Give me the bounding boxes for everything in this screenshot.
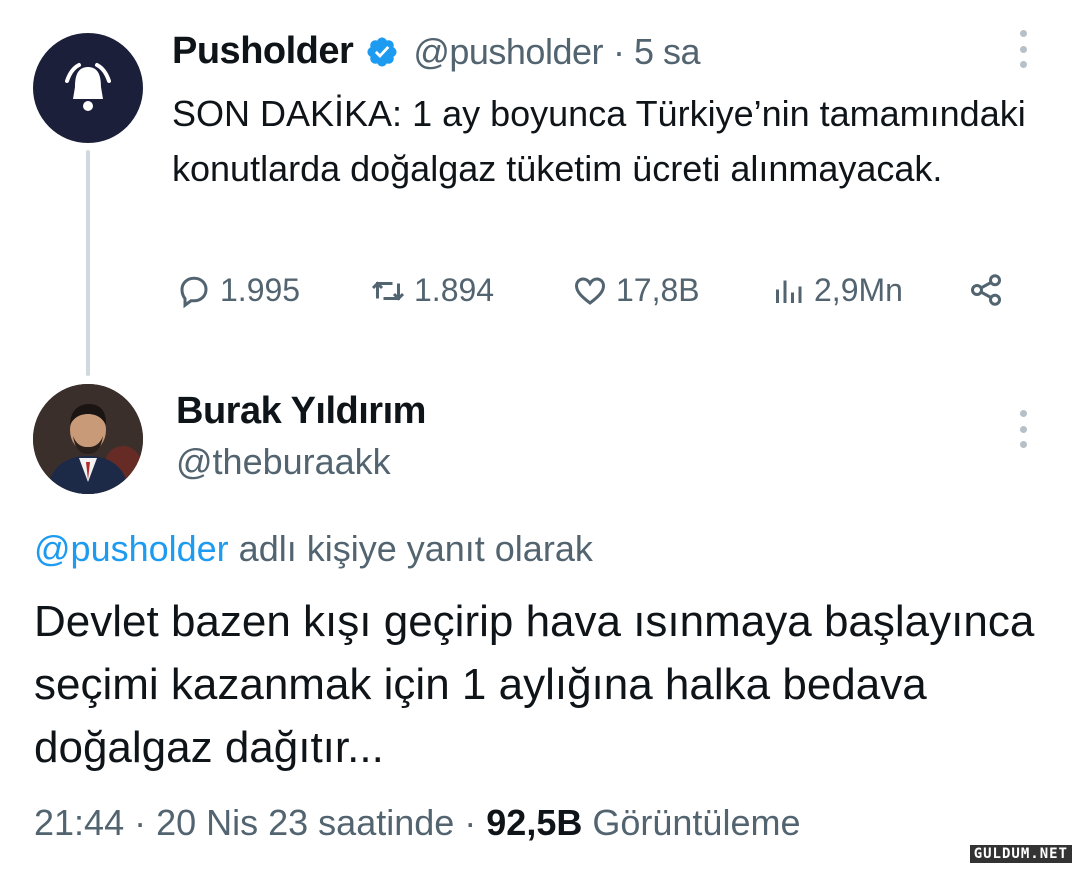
views-count: 2,9Mn: [814, 272, 903, 308]
share-icon: [971, 274, 1001, 306]
tweet2-text: Devlet bazen kışı geçirip hava ısınmaya …: [34, 597, 1035, 772]
retweet-icon: [371, 280, 405, 301]
retweet-count: 1.894: [414, 272, 495, 308]
reply-count: 1.995: [220, 272, 301, 308]
profile-photo: [33, 384, 143, 494]
verified-badge-icon: [367, 36, 397, 67]
tweet2-timestamp[interactable]: 21:44 · 20 Nis 23 saatinde ·: [34, 802, 486, 843]
tweet1-text: SON DAKİKA: 1 ay boyunca Türkiye’nin tam…: [172, 93, 1026, 189]
watermark-logo: GULDUM.NET: [969, 845, 1072, 863]
tweet2-views-count: 92,5B: [486, 802, 583, 843]
tweet1-more-icon[interactable]: [1014, 30, 1032, 68]
tweet2-author-name[interactable]: Burak Yıldırım: [176, 390, 426, 433]
tweet2-views-label: Görüntüleme: [582, 802, 801, 843]
like-count: 17,8B: [616, 272, 700, 308]
reply-button[interactable]: 1.995: [176, 272, 300, 309]
share-button[interactable]: [968, 272, 1012, 308]
reply-icon: [180, 276, 208, 308]
thread-line: [86, 150, 90, 376]
tweet1-header: Pusholder @pusholder · 5 sa: [172, 30, 701, 73]
views-button[interactable]: 2,9Mn: [770, 272, 903, 309]
tweet1-actions: 1.995 1.894 17,8B 2,9Mn: [172, 272, 1022, 322]
like-button[interactable]: 17,8B: [572, 272, 700, 309]
tweet2-meta: 21:44 · 20 Nis 23 saatinde · 92,5B Görün…: [34, 802, 800, 844]
tweet2-handle[interactable]: @theburaakk: [176, 441, 391, 483]
tweet1-time[interactable]: · 5 sa: [613, 31, 701, 73]
tweet1-author-name[interactable]: Pusholder: [172, 30, 354, 73]
analytics-icon: [776, 280, 802, 303]
tweet2-more-icon[interactable]: [1014, 410, 1032, 448]
pusholder-avatar[interactable]: [33, 33, 143, 143]
burak-avatar[interactable]: [33, 384, 143, 494]
tweet1-handle[interactable]: @pusholder: [413, 31, 603, 73]
heart-icon: [574, 276, 606, 305]
reply-to-link[interactable]: @pusholder: [34, 528, 229, 569]
reply-to-suffix: adlı kişiye yanıt olarak: [228, 528, 593, 569]
bell-icon: [65, 63, 111, 111]
retweet-button[interactable]: 1.894: [370, 272, 494, 309]
replying-to: @pusholder adlı kişiye yanıt olarak: [34, 528, 593, 570]
